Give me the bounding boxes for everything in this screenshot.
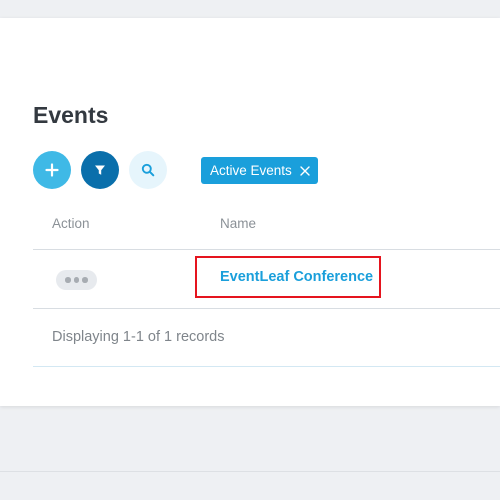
active-filter-chip[interactable]: Active Events — [201, 157, 318, 184]
ellipsis-icon — [65, 277, 88, 283]
magnifier-icon — [141, 163, 155, 177]
search-button[interactable] — [129, 151, 167, 189]
close-x-icon — [300, 165, 310, 176]
row-actions-button[interactable] — [56, 270, 97, 290]
event-name-link[interactable]: EventLeaf Conference — [195, 256, 381, 298]
filter-button[interactable] — [81, 151, 119, 189]
records-count: Displaying 1-1 of 1 records — [52, 329, 225, 345]
filter-funnel-icon — [95, 165, 105, 175]
column-header-name[interactable]: Name — [220, 216, 256, 231]
add-event-button[interactable] — [33, 151, 71, 189]
filter-chip-label: Active Events — [210, 163, 292, 178]
footer-divider — [33, 366, 500, 367]
header-divider — [33, 249, 500, 250]
row-divider — [33, 308, 500, 309]
column-header-action[interactable]: Action — [52, 216, 90, 231]
chip-remove-button[interactable] — [300, 165, 310, 176]
page-title: Events — [33, 102, 109, 128]
events-panel — [0, 18, 500, 406]
plus-icon — [45, 163, 59, 177]
page-divider — [0, 471, 500, 472]
